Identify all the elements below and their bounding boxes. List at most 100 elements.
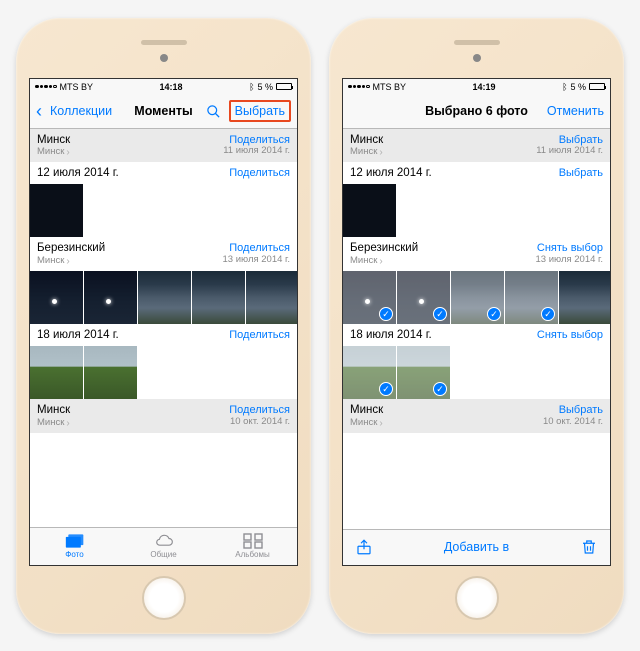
- iphone-frame-left: MTS BY 14:18 ᛒ 5 % ‹ Коллекции Моменты В…: [16, 18, 311, 634]
- section-subtitle: Минск ›: [37, 147, 70, 159]
- section-subtitle: Минск ›: [350, 147, 383, 159]
- photo-thumbnail[interactable]: [138, 271, 191, 324]
- bluetooth-icon: ᛒ: [249, 82, 254, 92]
- thumbnail-row: [343, 346, 610, 399]
- photo-thumbnail[interactable]: [30, 271, 83, 324]
- tab-bar: Фото Общие Альбомы: [30, 527, 297, 565]
- section-title: Березинский: [37, 242, 105, 255]
- chevron-right-icon: ›: [66, 418, 69, 430]
- share-section-button[interactable]: Поделиться: [229, 329, 290, 342]
- nav-back-button[interactable]: ‹ Коллекции: [36, 102, 112, 120]
- share-button[interactable]: [355, 538, 373, 556]
- trash-button[interactable]: [580, 538, 598, 556]
- tab-label: Фото: [65, 550, 83, 559]
- section-subtitle: Минск ›: [350, 418, 383, 430]
- section-header[interactable]: МинскМинск ›Выбрать11 июля 2014 г.: [343, 129, 610, 163]
- photo-thumbnail[interactable]: [343, 346, 396, 399]
- signal-dots-icon: [348, 85, 370, 89]
- home-button[interactable]: [455, 576, 499, 620]
- add-to-button[interactable]: Добавить в: [444, 540, 509, 554]
- nav-back-label: Коллекции: [50, 104, 112, 118]
- section-title: Минск: [350, 404, 383, 417]
- photo-thumbnail[interactable]: [246, 271, 297, 324]
- photo-thumbnail[interactable]: [397, 346, 450, 399]
- section-title: Минск: [350, 134, 383, 147]
- status-bar: MTS BY 14:18 ᛒ 5 %: [30, 79, 297, 95]
- section-date: 10 окт. 2014 г.: [229, 417, 290, 428]
- select-section-button[interactable]: Снять выбор: [537, 329, 603, 342]
- moments-list[interactable]: МинскМинск ›Поделиться11 июля 2014 г.12 …: [30, 129, 297, 527]
- chevron-right-icon: ›: [66, 256, 69, 268]
- cloud-icon: [154, 533, 174, 549]
- photo-thumbnail[interactable]: [397, 271, 450, 324]
- tab-label: Альбомы: [235, 550, 269, 559]
- cancel-button[interactable]: Отменить: [547, 104, 604, 118]
- section-date: 13 июля 2014 г.: [223, 255, 290, 266]
- moment-section: 18 июля 2014 г. Поделиться: [30, 324, 297, 399]
- tab-photos[interactable]: Фото: [30, 528, 119, 565]
- photo-thumbnail[interactable]: [343, 184, 396, 237]
- photo-thumbnail[interactable]: [505, 271, 558, 324]
- signal-dots-icon: [35, 85, 57, 89]
- section-title: 12 июля 2014 г.: [37, 167, 119, 180]
- share-section-button[interactable]: Поделиться: [229, 167, 290, 180]
- albums-icon: [243, 533, 263, 549]
- moments-list[interactable]: МинскМинск ›Выбрать11 июля 2014 г.12 июл…: [343, 129, 610, 529]
- tab-label: Общие: [150, 550, 176, 559]
- status-time: 14:18: [160, 82, 183, 92]
- photo-thumbnail[interactable]: [30, 184, 83, 237]
- section-subtitle: Минск ›: [37, 418, 70, 430]
- photo-thumbnail[interactable]: [192, 271, 245, 324]
- battery-icon: [276, 83, 292, 90]
- carrier-label: MTS BY: [373, 82, 407, 92]
- nav-title: Выбрано 6 фото: [425, 104, 528, 118]
- section-date: 13 июля 2014 г.: [536, 255, 603, 266]
- section-date: 10 окт. 2014 г.: [543, 417, 603, 428]
- photo-thumbnail[interactable]: [343, 271, 396, 324]
- section-title: 18 июля 2014 г.: [37, 329, 119, 342]
- section-title: 18 июля 2014 г.: [350, 329, 432, 342]
- search-button[interactable]: [206, 104, 221, 119]
- photo-thumbnail[interactable]: [451, 271, 504, 324]
- trash-icon: [580, 538, 598, 556]
- select-button[interactable]: Выбрать: [229, 100, 291, 122]
- moment-section: МинскМинск ›Поделиться11 июля 2014 г.: [30, 129, 297, 163]
- moment-section: МинскМинск ›Выбрать10 окт. 2014 г.: [343, 399, 610, 433]
- photo-thumbnail[interactable]: [30, 346, 83, 399]
- chevron-left-icon: ‹: [36, 102, 42, 120]
- nav-bar: ‹ Коллекции Моменты Выбрать: [30, 95, 297, 129]
- nav-title: Моменты: [134, 104, 192, 118]
- nav-bar: Выбрано 6 фото Отменить: [343, 95, 610, 129]
- photo-thumbnail[interactable]: [84, 271, 137, 324]
- tab-albums[interactable]: Альбомы: [208, 528, 297, 565]
- thumbnail-row: [30, 184, 297, 237]
- section-header[interactable]: МинскМинск ›Выбрать10 окт. 2014 г.: [343, 399, 610, 433]
- select-section-button[interactable]: Выбрать: [559, 167, 603, 180]
- status-time: 14:19: [473, 82, 496, 92]
- section-header[interactable]: 18 июля 2014 г. Поделиться: [30, 324, 297, 346]
- section-title: Березинский: [350, 242, 418, 255]
- photo-thumbnail[interactable]: [559, 271, 610, 324]
- section-header[interactable]: 18 июля 2014 г. Снять выбор: [343, 324, 610, 346]
- section-header[interactable]: 12 июля 2014 г.Выбрать: [343, 162, 610, 184]
- tab-cloud[interactable]: Общие: [119, 528, 208, 565]
- carrier-label: MTS BY: [60, 82, 94, 92]
- thumbnail-row: [343, 271, 610, 324]
- photo-thumbnail[interactable]: [84, 346, 137, 399]
- chevron-right-icon: ›: [379, 256, 382, 268]
- chevron-right-icon: ›: [379, 147, 382, 159]
- section-subtitle: Минск ›: [37, 256, 105, 268]
- moment-section: МинскМинск ›Выбрать11 июля 2014 г.: [343, 129, 610, 163]
- section-header[interactable]: БерезинскийМинск ›Поделиться13 июля 2014…: [30, 237, 297, 271]
- moment-section: 12 июля 2014 г. Поделиться: [30, 162, 297, 237]
- section-date: 11 июля 2014 г.: [536, 146, 603, 157]
- thumbnail-row: [343, 184, 610, 237]
- home-button[interactable]: [142, 576, 186, 620]
- thumbnail-row: [30, 271, 297, 324]
- moment-section: БерезинскийМинск ›Снять выбор13 июля 201…: [343, 237, 610, 324]
- section-header[interactable]: МинскМинск ›Поделиться11 июля 2014 г.: [30, 129, 297, 163]
- section-header[interactable]: МинскМинск ›Поделиться10 окт. 2014 г.: [30, 399, 297, 433]
- section-header[interactable]: 12 июля 2014 г. Поделиться: [30, 162, 297, 184]
- section-header[interactable]: БерезинскийМинск ›Снять выбор13 июля 201…: [343, 237, 610, 271]
- battery-icon: [589, 83, 605, 90]
